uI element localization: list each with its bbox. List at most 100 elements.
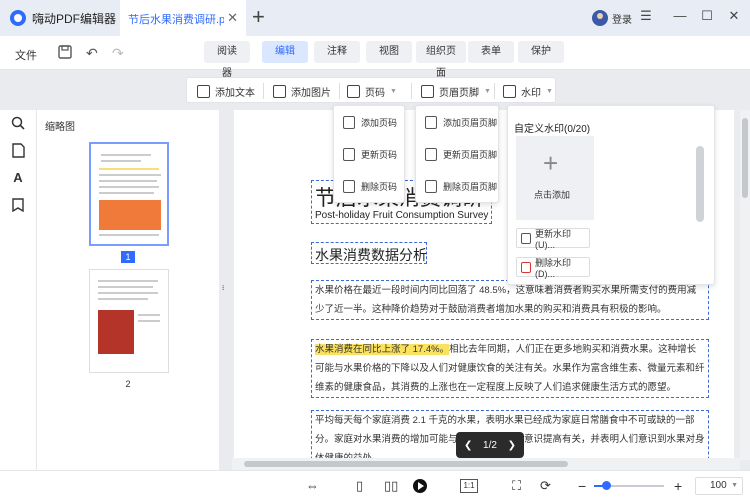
chevron-down-icon: ▼ bbox=[484, 87, 491, 95]
delete-header-footer-icon bbox=[425, 179, 437, 193]
page-number-icon bbox=[347, 84, 360, 98]
thumbnail-panel-title: 缩略图 bbox=[45, 122, 75, 133]
watermark-panel: 自定义水印(0/20) + 点击添加 更新水印(U)... 删除水印(D)... bbox=[507, 105, 715, 285]
update-watermark-icon bbox=[521, 232, 531, 244]
section-heading-textbox[interactable]: 水果消费数据分析 bbox=[311, 242, 427, 264]
divider bbox=[494, 83, 495, 99]
search-icon[interactable] bbox=[9, 116, 27, 135]
file-menu[interactable]: 文件 bbox=[15, 47, 37, 63]
minimize-icon[interactable]: — bbox=[670, 8, 690, 23]
header-footer-button[interactable]: 页眉页脚 ▼ bbox=[421, 82, 491, 100]
add-image-icon bbox=[273, 84, 286, 98]
chevron-down-icon: ▼ bbox=[731, 482, 738, 489]
vertical-scrollbar[interactable] bbox=[740, 110, 750, 460]
update-page-number-icon bbox=[343, 147, 355, 161]
watermark-scrollbar[interactable] bbox=[696, 146, 704, 222]
close-tab-icon[interactable]: ✕ bbox=[227, 10, 238, 26]
avatar-icon bbox=[592, 10, 608, 26]
two-page-icon[interactable]: ▯▯ bbox=[384, 478, 398, 494]
page-number-button[interactable]: 页码 ▼ bbox=[347, 82, 397, 100]
divider bbox=[339, 83, 340, 99]
delete-header-footer-label: 删除页眉页脚 bbox=[443, 181, 498, 192]
zoom-level-input[interactable]: 100 ▼ bbox=[695, 477, 743, 495]
watermark-icon bbox=[503, 84, 516, 98]
add-page-number-icon bbox=[343, 115, 355, 129]
protect-button[interactable]: 保护 bbox=[518, 41, 564, 63]
zoom-slider[interactable] bbox=[594, 481, 664, 490]
app-title: 嗨动PDF编辑器 bbox=[32, 12, 117, 26]
play-icon[interactable] bbox=[413, 479, 427, 493]
page-thumbnail-1[interactable] bbox=[89, 142, 169, 246]
vertical-scroll-thumb[interactable] bbox=[742, 118, 748, 198]
annotate-button[interactable]: 注释 bbox=[314, 41, 360, 63]
delete-watermark-button[interactable]: 删除水印(D)... bbox=[516, 257, 590, 279]
delete-header-footer-item[interactable]: 删除页眉页脚 bbox=[416, 170, 498, 202]
add-image-button[interactable]: 添加图片 bbox=[273, 82, 331, 100]
add-image-label: 添加图片 bbox=[291, 87, 331, 99]
zoom-level: 100 bbox=[710, 480, 727, 491]
add-page-number-label: 添加页码 bbox=[361, 117, 398, 128]
menu-bar: 文件 ↶ ↷ 阅读器 编辑 注释 视图 组织页面 表单 保护 bbox=[0, 36, 750, 79]
rotate-icon[interactable]: ⟳ bbox=[540, 478, 551, 494]
close-window-icon[interactable]: ✕ bbox=[724, 8, 744, 24]
left-sidebar: A bbox=[0, 110, 37, 500]
page-number-label: 页码 bbox=[365, 87, 385, 99]
login-label: 登录 bbox=[612, 14, 632, 26]
view-button[interactable]: 视图 bbox=[366, 41, 412, 63]
update-watermark-button[interactable]: 更新水印(U)... bbox=[516, 228, 590, 250]
title-bar: 嗨动PDF编辑器 节后水果消费调研.p... ✕ + 登录 ☰ — ☐ ✕ bbox=[0, 0, 750, 36]
update-page-number-item[interactable]: 更新页码 bbox=[334, 138, 404, 170]
fit-page-icon[interactable]: ⛶ bbox=[512, 478, 521, 494]
horizontal-scroll-thumb[interactable] bbox=[244, 461, 568, 467]
horizontal-scrollbar[interactable] bbox=[232, 458, 740, 470]
edit-toolbar: 添加文本 添加图片 页码 ▼ 页眉页脚 ▼ 水印 ▼ bbox=[186, 77, 556, 103]
single-page-icon[interactable]: ▯ bbox=[356, 478, 363, 494]
menu-icon[interactable]: ☰ bbox=[636, 8, 656, 24]
add-header-footer-item[interactable]: 添加页眉页脚 bbox=[416, 106, 498, 138]
document-subtitle: Post-holiday Fruit Consumption Survey bbox=[315, 210, 489, 221]
zoom-out-icon[interactable]: − bbox=[578, 478, 586, 494]
add-text-button[interactable]: 添加文本 bbox=[197, 82, 255, 100]
add-text-label: 添加文本 bbox=[215, 87, 255, 99]
delete-page-number-label: 删除页码 bbox=[361, 181, 398, 192]
maximize-icon[interactable]: ☐ bbox=[697, 8, 717, 24]
add-text-icon bbox=[197, 84, 210, 98]
page-number-menu: 添加页码 更新页码 删除页码 bbox=[333, 105, 405, 203]
document-tab[interactable]: 节后水果消费调研.p... ✕ bbox=[120, 0, 246, 36]
highlighted-text: 水果消费在同比上涨了 17.4%。 bbox=[315, 344, 450, 355]
save-icon[interactable] bbox=[58, 45, 72, 62]
divider bbox=[263, 83, 264, 99]
text-recognition-icon[interactable]: A bbox=[9, 170, 27, 185]
update-watermark-label: 更新水印(U)... bbox=[535, 228, 572, 250]
paragraph-1-textbox[interactable]: 水果价格在最近一段时间内同比回落了 48.5%，这意味着消费者购买水果所需支付的… bbox=[311, 280, 709, 320]
add-header-footer-icon bbox=[425, 115, 437, 129]
add-watermark-label: 点击添加 bbox=[534, 190, 571, 200]
bookmark-icon[interactable] bbox=[9, 198, 27, 217]
actual-size-button[interactable]: 1:1 bbox=[460, 479, 478, 493]
zoom-in-icon[interactable]: + bbox=[674, 478, 682, 494]
delete-watermark-label: 删除水印(D)... bbox=[535, 257, 572, 279]
organize-pages-button[interactable]: 组织页面 bbox=[416, 41, 466, 79]
new-tab-icon[interactable]: + bbox=[252, 4, 265, 30]
paragraph-2: 水果消费在同比上涨了 17.4%。相比去年同期，人们正在更多地购买和消费水果。这… bbox=[312, 340, 708, 397]
add-header-footer-label: 添加页眉页脚 bbox=[443, 117, 498, 128]
paragraph-2-textbox[interactable]: 水果消费在同比上涨了 17.4%。相比去年同期，人们正在更多地购买和消费水果。这… bbox=[311, 339, 709, 398]
reader-button[interactable]: 阅读器 bbox=[204, 41, 250, 79]
fit-width-icon[interactable]: ⇔ bbox=[306, 478, 319, 493]
update-header-footer-item[interactable]: 更新页眉页脚 bbox=[416, 138, 498, 170]
watermark-button[interactable]: 水印 ▼ bbox=[503, 82, 553, 100]
thumbnail-panel: 缩略图 1 2 bbox=[37, 110, 219, 500]
form-button[interactable]: 表单 bbox=[468, 41, 514, 63]
add-watermark-card[interactable]: + 点击添加 bbox=[516, 136, 594, 220]
redo-icon[interactable]: ↷ bbox=[112, 45, 124, 62]
next-page-icon[interactable]: ❯ bbox=[508, 440, 516, 451]
page-navigator: ❮ 1/2 ❯ bbox=[456, 432, 524, 458]
previous-page-icon[interactable]: ❮ bbox=[464, 440, 472, 451]
add-page-number-item[interactable]: 添加页码 bbox=[334, 106, 404, 138]
undo-icon[interactable]: ↶ bbox=[86, 45, 98, 62]
page-thumbnail-2[interactable] bbox=[89, 269, 169, 373]
login-button[interactable]: 登录 bbox=[592, 8, 632, 28]
delete-page-number-item[interactable]: 删除页码 bbox=[334, 170, 404, 202]
edit-button[interactable]: 编辑 bbox=[262, 41, 308, 63]
thumbnail-icon[interactable] bbox=[9, 143, 27, 163]
